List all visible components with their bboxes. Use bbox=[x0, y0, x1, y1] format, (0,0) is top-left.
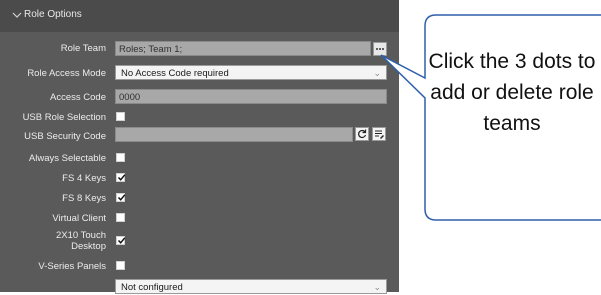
callout-shape bbox=[380, 14, 601, 221]
callout-text: Click the 3 dots to add or delete role t… bbox=[428, 50, 596, 135]
